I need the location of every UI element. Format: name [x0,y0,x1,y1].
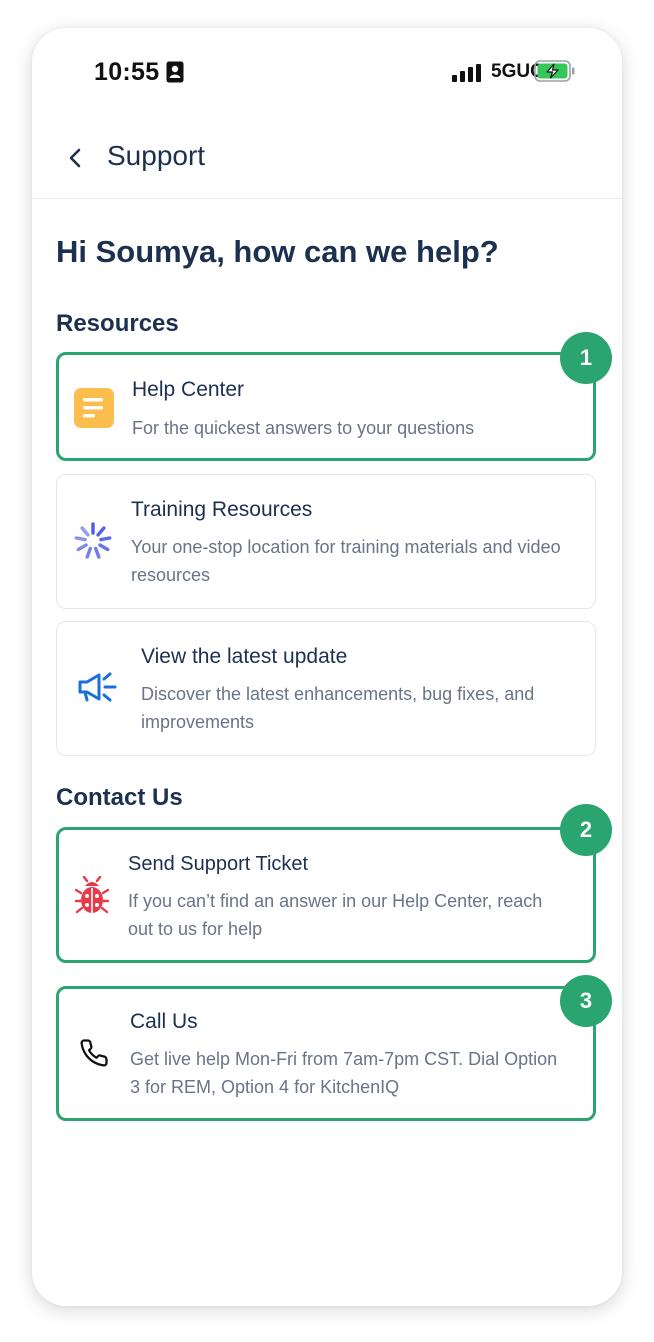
header-divider [32,198,622,199]
greeting-heading: Hi Soumya, how can we help? [56,234,499,269]
help-center-title: Help Center [132,378,245,401]
document-icon [74,388,114,428]
spinner-burst-icon [74,522,112,559]
help-center-card[interactable]: Help Center For the quickest answers to … [56,352,596,461]
contact-section-title: Contact Us [56,784,183,811]
support-ticket-title: Send Support Ticket [128,853,309,875]
megaphone-icon [78,672,117,702]
page-title: Support [107,140,206,171]
training-resources-description: Your one-stop location for training mate… [131,537,561,585]
call-us-description: Get live help Mon-Fri from 7am-7pm CST. … [130,1049,558,1097]
resources-section-title: Resources [56,310,179,337]
help-center-description: For the quickest answers to your questio… [132,418,475,438]
latest-update-card[interactable]: View the latest update Discover the late… [56,621,596,756]
step-badge-1: 1 [560,332,612,384]
call-us-title: Call Us [130,1010,198,1033]
training-resources-card[interactable]: Training Resources Your one-stop locatio… [56,474,596,609]
phone-screen: 10:55 5GUC Support Hi Soumya, how can we… [32,28,622,1306]
training-resources-title: Training Resources [131,498,313,521]
page: 10:55 5GUC Support Hi Soumya, how can we… [0,0,654,1342]
battery-charging-icon [534,60,575,82]
latest-update-title: View the latest update [141,645,348,668]
bug-icon [75,876,109,914]
step-badge-2: 2 [560,804,612,856]
latest-update-description: Discover the latest enhancements, bug fi… [141,684,535,732]
signal-icon [452,64,481,82]
support-ticket-card[interactable]: Send Support Ticket If you can’t find an… [56,827,596,963]
phone-icon [80,1039,108,1067]
support-ticket-description: If you can’t find an answer in our Help … [128,891,543,939]
step-badge-3: 3 [560,975,612,1027]
status-time: 10:55 [94,58,160,86]
call-us-card[interactable]: Call Us Get live help Mon-Fri from 7am-7… [56,986,596,1121]
back-chevron-icon[interactable] [64,146,86,170]
id-badge-icon [166,61,184,83]
